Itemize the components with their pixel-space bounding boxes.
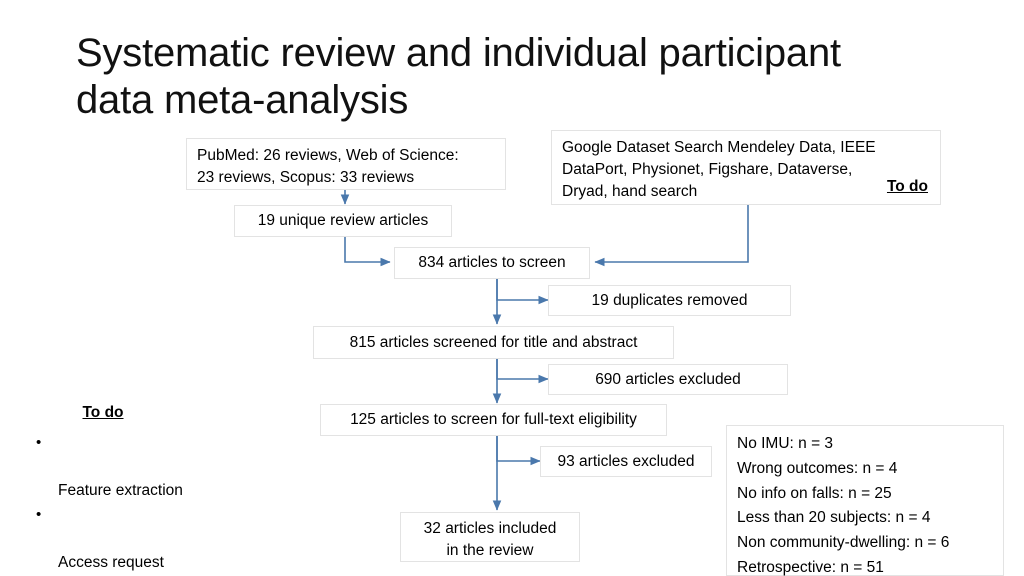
list-item: • Access request — [24, 504, 264, 575]
todo-item-label: Feature extraction — [58, 482, 183, 500]
unique-review-articles-label: 19 unique review articles — [257, 212, 429, 229]
exclusion-reason-item: Non community-dwelling: n = 6 — [737, 534, 950, 552]
exclusion-reason-item: No IMU: n = 3 — [737, 435, 834, 452]
exclusion-reason-item: Less than 20 subjects: n = 4 — [737, 509, 931, 527]
todo-list: • Feature extraction • Access request • … — [24, 432, 264, 576]
bullet-icon: • — [36, 434, 42, 451]
data-repositories-line-2: DataPort, Physionet, Figshare, Dataverse… — [562, 161, 853, 178]
box-exclusion-reasons: No IMU: n = 3 Wrong outcomes: n = 4 No i… — [726, 425, 1004, 576]
data-repositories-line-3: Dryad, hand search — [562, 183, 698, 200]
box-screened-title-abstract: 815 articles screened for title and abst… — [313, 326, 674, 359]
exclusion-reason-item: No info on falls: n = 25 — [737, 484, 892, 502]
exclusion-reason-item: Wrong outcomes: n = 4 — [737, 459, 898, 477]
box-articles-to-screen: 834 articles to screen — [394, 247, 590, 279]
data-repositories-todo-label: To do — [886, 178, 928, 195]
box-data-repositories: Google Dataset Search Mendeley Data, IEE… — [551, 130, 941, 205]
list-item: • Feature extraction — [24, 432, 264, 503]
articles-to-screen-label: 834 articles to screen — [418, 254, 566, 271]
data-repositories-line-1: Google Dataset Search Mendeley Data, IEE… — [562, 139, 876, 156]
box-excluded-93: 93 articles excluded — [540, 446, 712, 477]
excluded-690-label: 690 articles excluded — [595, 370, 741, 388]
articles-included-line-1: 32 articles included — [423, 520, 557, 537]
screened-title-abstract-label: 815 articles screened for title and abst… — [349, 333, 638, 351]
slide-canvas: Systematic review and individual partici… — [0, 0, 1024, 576]
source-databases-line-2: 23 reviews, Scopus: 33 reviews — [197, 169, 415, 186]
box-fulltext-eligibility: 125 articles to screen for full-text eli… — [320, 404, 667, 436]
box-source-databases: PubMed: 26 reviews, Web of Science: 23 r… — [186, 138, 506, 190]
page-title: Systematic review and individual partici… — [76, 31, 841, 123]
exclusion-reason-item: Retrospective: n = 51 — [737, 558, 884, 576]
articles-included-line-2: in the review — [446, 542, 534, 559]
fulltext-eligibility-label: 125 articles to screen for full-text eli… — [350, 411, 637, 428]
box-duplicates-removed: 19 duplicates removed — [548, 285, 791, 316]
box-unique-review-articles: 19 unique review articles — [234, 205, 452, 237]
box-articles-included: 32 articles included in the review — [400, 512, 580, 562]
excluded-93-label: 93 articles excluded — [557, 452, 695, 470]
bullet-icon: • — [36, 505, 42, 523]
source-databases-line-1: PubMed: 26 reviews, Web of Science: — [197, 147, 459, 164]
todo-item-label: Access request — [58, 553, 164, 571]
todo-panel: To do • Feature extraction • Access requ… — [24, 404, 264, 576]
box-excluded-690: 690 articles excluded — [548, 364, 788, 395]
todo-heading: To do — [82, 404, 124, 421]
duplicates-removed-label: 19 duplicates removed — [591, 291, 748, 309]
